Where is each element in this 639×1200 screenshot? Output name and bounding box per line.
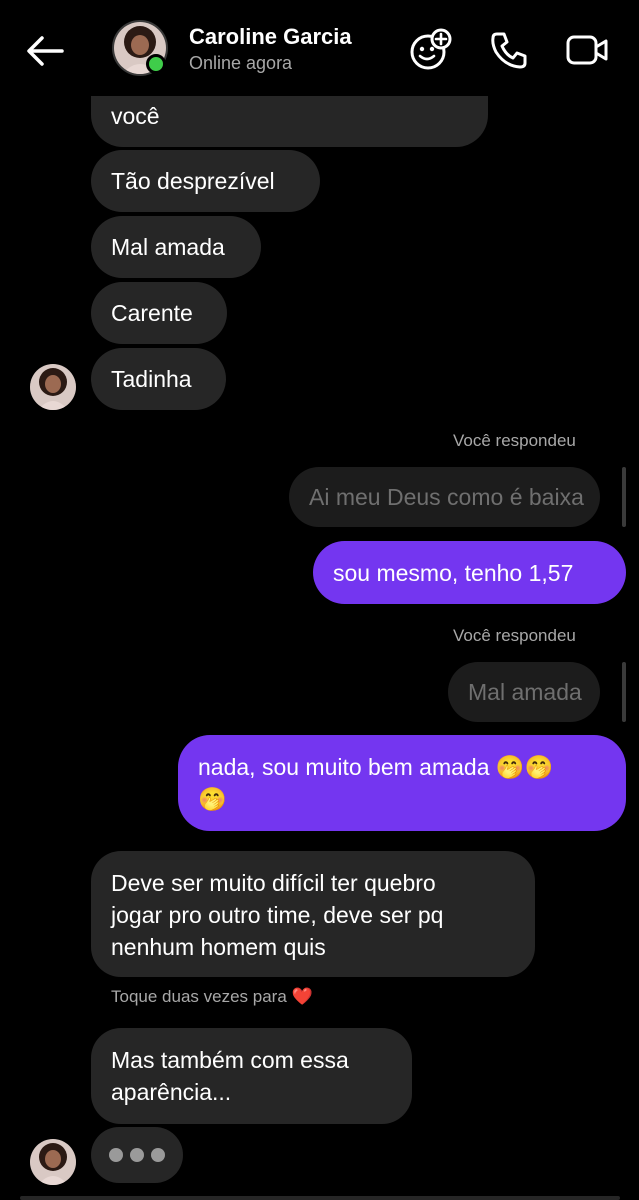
message-bubble-incoming[interactable]: Tadinha [91,348,226,410]
typing-dot [151,1148,165,1162]
quoted-text: Mal amada [468,679,582,705]
heart-icon: ❤️ [291,987,313,1006]
typing-indicator [91,1127,183,1183]
message-bubble-incoming[interactable]: Mal amada [91,216,261,278]
message-text: Carente [111,300,193,326]
message-text: Mal amada [111,234,225,260]
message-text: sou mesmo, tenho 1,57 [333,560,574,586]
message-bubble-incoming[interactable]: Mas também com essa aparência... [91,1028,412,1124]
chat-header: Caroline Garcia Online agora [0,0,639,96]
message-text: você [111,103,160,129]
contact-name[interactable]: Caroline Garcia [189,24,352,50]
message-bubble-incoming[interactable]: Deve ser muito difícil ter quebro jogar … [91,851,535,977]
back-button[interactable] [22,28,68,74]
contact-avatar[interactable] [30,1139,76,1185]
reply-label: Você respondeu [453,626,576,645]
message-text: Tadinha [111,366,192,392]
message-text-line: nada, sou muito bem amada 🤭🤭 [198,754,554,780]
message-text-line: jogar pro outro time, deve ser pq [111,902,444,928]
composer-edge [20,1196,620,1200]
contact-avatar[interactable] [30,364,76,410]
voice-call-button[interactable] [487,28,531,72]
quoted-message[interactable]: Mal amada [448,662,600,722]
avatar-sticker-button[interactable] [408,28,452,72]
quoted-text: Ai meu Deus como é baixa [309,484,584,510]
video-camera-icon [566,35,608,65]
video-call-button[interactable] [565,28,609,72]
hint-text: Toque duas vezes para [111,987,287,1006]
avatar-sticker-icon [410,28,452,70]
message-bubble-incoming[interactable]: Tão desprezível [91,150,320,212]
message-text-line: Mas também com essa [111,1047,349,1073]
back-arrow-icon [27,36,64,66]
message-bubble-outgoing[interactable]: sou mesmo, tenho 1,57 [313,541,626,604]
message-text-line: Deve ser muito difícil ter quebro [111,870,436,896]
double-tap-hint: Toque duas vezes para ❤️ [111,987,313,1007]
typing-dot [109,1148,123,1162]
reply-indicator-bar [622,662,626,722]
typing-dot [130,1148,144,1162]
message-bubble-outgoing[interactable]: nada, sou muito bem amada 🤭🤭 🤭 [178,735,626,831]
contact-status: Online agora [189,53,293,73]
message-text: Tão desprezível [111,168,275,194]
avatar-image [30,1139,76,1185]
message-text-line: 🤭 [198,786,227,812]
avatar-image [30,364,76,410]
chat-thread[interactable]: você Tão desprezível Mal amada Carente T… [0,0,639,1200]
reply-label: Você respondeu [453,431,576,450]
online-status-dot [146,54,166,74]
message-text-line: nenhum homem quis [111,934,326,960]
message-bubble-incoming[interactable]: Carente [91,282,227,344]
phone-icon [491,32,527,69]
reply-indicator-bar [622,467,626,527]
message-text-line: aparência... [111,1079,232,1105]
quoted-message[interactable]: Ai meu Deus como é baixa [289,467,600,527]
